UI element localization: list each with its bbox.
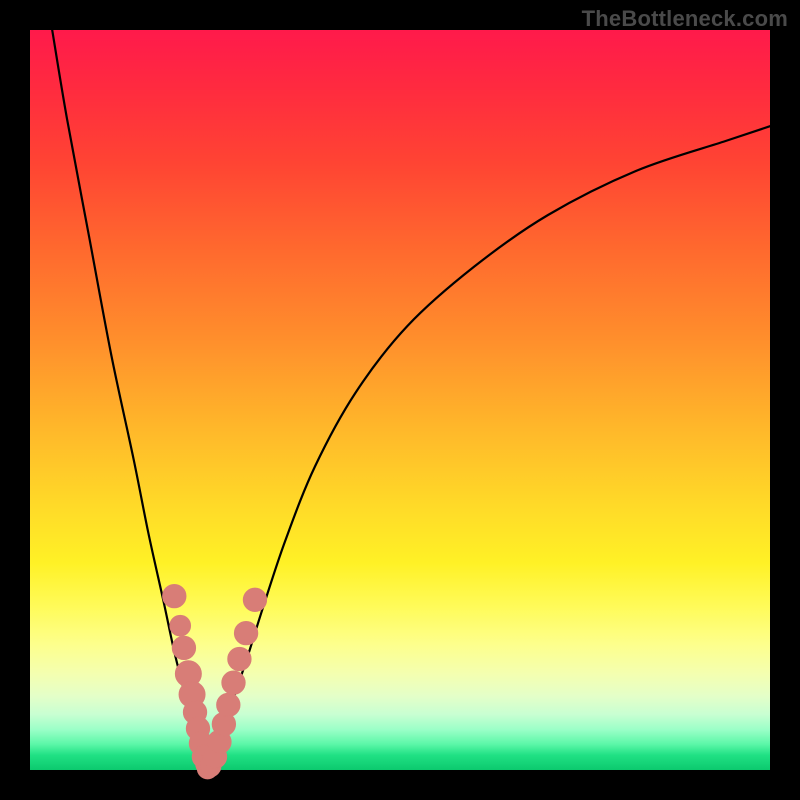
highlight-dot	[243, 588, 266, 611]
chart-frame: TheBottleneck.com	[0, 0, 800, 800]
highlight-dot	[228, 647, 251, 670]
watermark-text: TheBottleneck.com	[582, 6, 788, 32]
highlight-dot	[172, 636, 195, 659]
plot-area	[30, 30, 770, 770]
highlight-dot	[170, 615, 191, 636]
highlight-dot	[222, 671, 245, 694]
right-curve	[208, 126, 770, 770]
highlight-dot	[163, 584, 186, 607]
highlight-dot	[234, 621, 257, 644]
highlight-dots	[163, 584, 267, 778]
chart-svg	[30, 30, 770, 770]
highlight-dot	[217, 693, 240, 716]
